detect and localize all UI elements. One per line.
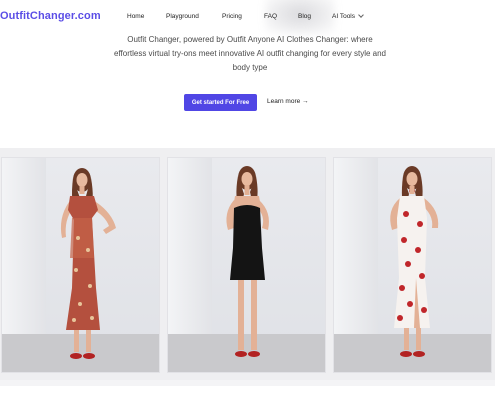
nav-ai-tools-label: AI Tools <box>332 13 356 20</box>
learn-more-link[interactable]: Learn more → <box>267 98 309 105</box>
model-figure-floral <box>60 168 116 359</box>
page-bottom-shadow <box>0 380 495 386</box>
hero-tagline-line-3: body type <box>232 63 268 72</box>
main-nav: Home Playground Pricing FAQ Blog AI Tool… <box>0 12 495 25</box>
nav-pricing[interactable]: Pricing <box>222 13 242 20</box>
nav-ai-tools[interactable]: AI Tools <box>332 12 364 20</box>
model-figure-rose <box>390 166 439 357</box>
top-navigation-bar: OutfitChanger.com Home Playground Pricin… <box>0 0 495 34</box>
hero-tagline-line-1: Outfit Changer, powered by Outfit Anyone… <box>127 35 373 44</box>
hero-tagline-line-2: effortless virtual try-ons meet innovati… <box>114 49 386 58</box>
model-figure-black <box>226 166 269 357</box>
gallery-image-black-dress[interactable] <box>168 158 325 372</box>
chevron-down-icon <box>358 12 364 18</box>
outfit-gallery <box>0 148 495 380</box>
gallery-image-floral-dress[interactable] <box>2 158 159 372</box>
nav-home[interactable]: Home <box>127 13 144 20</box>
nav-faq[interactable]: FAQ <box>264 13 277 20</box>
nav-playground[interactable]: Playground <box>166 13 199 20</box>
get-started-button[interactable]: Get started For Free <box>184 94 257 111</box>
gallery-image-rose-dress[interactable] <box>334 158 491 372</box>
hero-tagline: Outfit Changer, powered by Outfit Anyone… <box>90 33 410 75</box>
nav-blog[interactable]: Blog <box>298 13 311 20</box>
